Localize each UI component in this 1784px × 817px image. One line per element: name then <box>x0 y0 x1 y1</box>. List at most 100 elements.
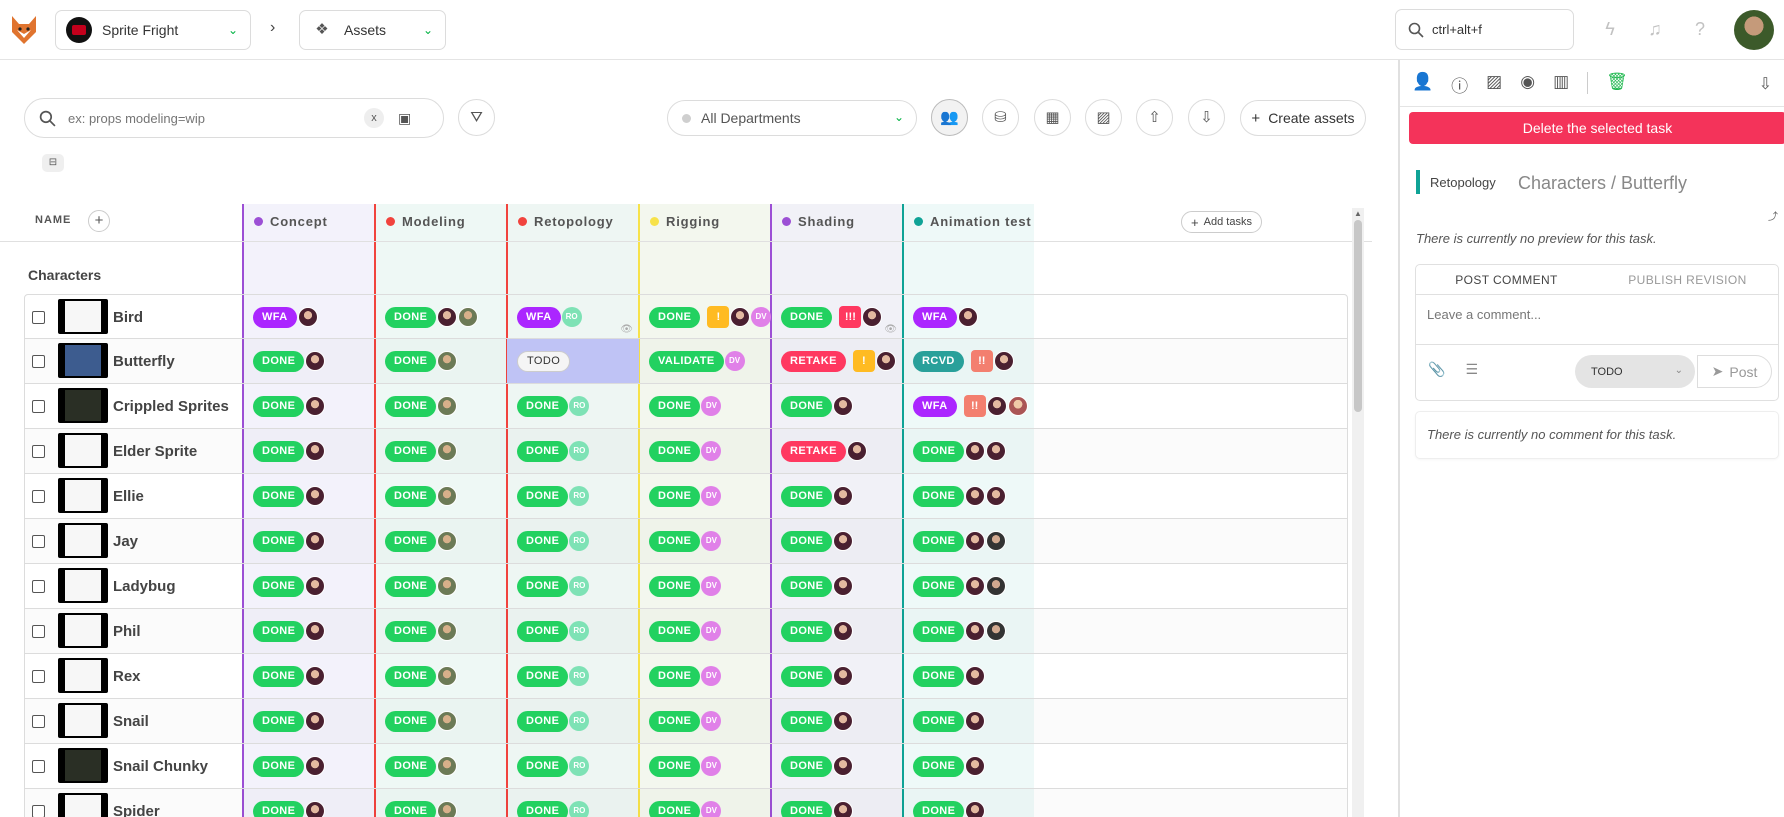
asset-thumbnail[interactable] <box>58 568 108 603</box>
status-badge[interactable]: DONE <box>253 800 305 817</box>
table-row[interactable]: Butterfly DONE DONE TODO VALIDATE DV RETAKE! RC… <box>24 339 1348 384</box>
task-cell[interactable]: DONE RO <box>507 384 639 428</box>
tab-publish-revision[interactable]: PUBLISH REVISION <box>1597 265 1778 294</box>
add-column-button[interactable]: + <box>88 210 110 232</box>
status-badge[interactable]: DONE <box>913 800 965 817</box>
task-cell[interactable]: WFA!! <box>903 384 1035 428</box>
task-cell[interactable]: DONE <box>903 609 1035 653</box>
task-cell[interactable]: DONE <box>243 564 375 608</box>
status-badge[interactable]: DONE <box>649 620 701 642</box>
task-cell[interactable]: WFA <box>243 295 375 339</box>
table-row[interactable]: Crippled Sprites DONE DONE DONE RO DONE DV DONE… <box>24 384 1348 429</box>
row-checkbox[interactable] <box>32 400 45 413</box>
status-badge[interactable]: DONE <box>253 350 305 372</box>
task-cell[interactable]: DONE <box>771 699 903 743</box>
status-badge[interactable]: DONE <box>253 395 305 417</box>
table-row[interactable]: Ladybug DONE DONE DONE RO DONE DV DONE DONE <box>24 564 1348 609</box>
task-cell[interactable]: DONE <box>243 699 375 743</box>
metadata-button[interactable]: ⛁ <box>982 99 1019 136</box>
status-badge[interactable]: DONE <box>913 485 965 507</box>
task-cell[interactable]: DONE <box>375 474 507 518</box>
add-tasks-button[interactable]: + Add tasks <box>1181 211 1262 233</box>
status-badge[interactable]: DONE <box>649 306 701 328</box>
status-badge[interactable]: DONE <box>781 575 833 597</box>
status-badge[interactable]: DONE <box>253 575 305 597</box>
task-cell[interactable]: DONE <box>903 564 1035 608</box>
asset-name[interactable]: Spider <box>113 803 160 817</box>
row-checkbox[interactable] <box>32 760 45 773</box>
asset-thumbnail[interactable] <box>58 613 108 648</box>
task-cell[interactable]: DONE DV <box>639 654 771 698</box>
row-checkbox[interactable] <box>32 580 45 593</box>
status-badge[interactable]: DONE <box>385 530 437 552</box>
task-cell[interactable]: DONE <box>771 744 903 788</box>
status-badge[interactable]: WFA <box>913 395 957 417</box>
task-cell[interactable]: DONE <box>375 744 507 788</box>
status-badge[interactable]: DONE <box>385 800 437 817</box>
status-badge[interactable]: DONE <box>253 665 305 687</box>
tab-post-comment[interactable]: POST COMMENT <box>1416 265 1597 294</box>
asset-thumbnail[interactable] <box>58 748 108 783</box>
task-cell[interactable]: DONE RO <box>507 429 639 473</box>
task-cell[interactable]: DONE DV <box>639 429 771 473</box>
comment-textarea[interactable]: Leave a comment... <box>1416 295 1778 345</box>
task-cell[interactable]: DONE <box>375 519 507 563</box>
status-badge[interactable]: DONE <box>517 530 569 552</box>
table-scrollbar[interactable]: ▲ <box>1352 208 1364 817</box>
task-cell[interactable]: VALIDATE DV <box>639 339 771 383</box>
asset-thumbnail[interactable] <box>58 299 108 334</box>
alert-icon[interactable]: ⓘ <box>1451 72 1468 97</box>
asset-name[interactable]: Crippled Sprites <box>113 398 229 415</box>
status-badge[interactable]: DONE <box>913 440 965 462</box>
task-cell[interactable]: DONE <box>243 519 375 563</box>
row-checkbox[interactable] <box>32 535 45 548</box>
clear-search-button[interactable]: x <box>364 108 384 128</box>
person-icon[interactable]: 👤 <box>1412 72 1433 97</box>
task-cell[interactable]: DONE <box>903 519 1035 563</box>
eye-icon[interactable]: ◉ <box>1520 72 1535 97</box>
status-badge[interactable]: DONE <box>649 755 701 777</box>
asset-name[interactable]: Butterfly <box>113 353 175 370</box>
global-search-input[interactable]: ctrl+alt+f <box>1432 22 1482 37</box>
task-cell[interactable]: DONE <box>903 654 1035 698</box>
asset-thumbnail[interactable] <box>58 478 108 513</box>
task-cell[interactable]: DONE DV <box>639 789 771 817</box>
task-type-column-header[interactable]: Concept <box>242 200 374 242</box>
task-cell[interactable]: DONE <box>243 789 375 817</box>
status-badge[interactable]: RETAKE <box>781 440 846 462</box>
task-cell[interactable]: DONE <box>243 339 375 383</box>
status-badge[interactable]: RETAKE <box>781 350 846 372</box>
task-cell[interactable]: DONE RO <box>507 609 639 653</box>
status-badge[interactable]: DONE <box>517 575 569 597</box>
task-cell[interactable]: DONE <box>903 429 1035 473</box>
status-badge[interactable]: DONE <box>385 620 437 642</box>
expand-icon[interactable]: ⤴ <box>1768 208 1778 223</box>
status-badge[interactable]: DONE <box>517 395 569 417</box>
task-cell[interactable]: DONE <box>243 474 375 518</box>
task-cell[interactable]: WFA RO 👁 <box>507 295 639 339</box>
status-badge[interactable]: DONE <box>253 440 305 462</box>
table-row[interactable]: Elder Sprite DONE DONE DONE RO DONE DV RETAKE DO… <box>24 429 1348 474</box>
task-cell[interactable]: DONE <box>375 429 507 473</box>
asset-thumbnail[interactable] <box>58 658 108 693</box>
status-badge[interactable]: VALIDATE <box>649 350 724 372</box>
task-cell[interactable]: WFA <box>903 295 1035 339</box>
task-type-column-header[interactable]: Modeling <box>374 200 506 242</box>
task-cell[interactable]: DONE <box>771 474 903 518</box>
status-badge[interactable]: DONE <box>781 485 833 507</box>
bell-icon[interactable]: ♫ <box>1643 17 1667 41</box>
production-selector[interactable]: Sprite Fright ⌄ <box>55 10 251 50</box>
status-badge[interactable]: DONE <box>913 665 965 687</box>
status-badge[interactable]: DONE <box>649 530 701 552</box>
asset-thumbnail[interactable] <box>58 433 108 468</box>
status-badge[interactable]: DONE <box>385 485 437 507</box>
task-cell[interactable]: DONE RO <box>507 654 639 698</box>
asset-name[interactable]: Ellie <box>113 488 144 505</box>
filter-builder-button[interactable]: ⛛ <box>458 99 495 136</box>
asset-name[interactable]: Bird <box>113 309 143 326</box>
task-cell[interactable]: DONE DV <box>639 744 771 788</box>
table-row[interactable]: Snail DONE DONE DONE RO DONE DV DONE DONE <box>24 699 1348 744</box>
status-badge[interactable]: DONE <box>385 755 437 777</box>
status-badge[interactable]: DONE <box>649 485 701 507</box>
task-cell[interactable]: DONE! DV <box>639 295 771 339</box>
